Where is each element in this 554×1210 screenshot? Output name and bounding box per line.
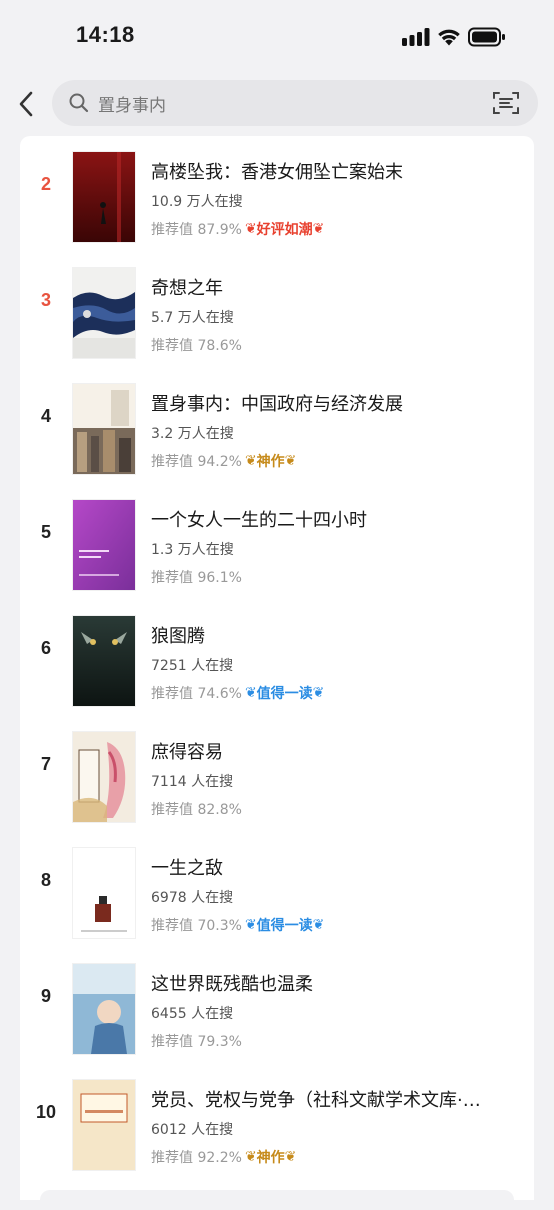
wifi-icon <box>438 29 460 46</box>
book-item[interactable]: 2 高楼坠我：香港女佣坠亡案始末 10.9 万人在搜 推荐值 87.9% ❦ 好… <box>20 136 534 252</box>
search-heat: 7251 人在搜 <box>151 658 234 674</box>
rank-number: 7 <box>40 754 51 774</box>
book-title: 党员、党权与党争（社科文献学术文库·… <box>151 1090 481 1111</box>
search-heat: 6978 人在搜 <box>151 890 234 906</box>
search-heat: 6455 人在搜 <box>151 1006 234 1022</box>
book-item[interactable]: 3 奇想之年 5.7 万人在搜 推荐值 78.6% <box>20 252 534 368</box>
battery-icon <box>468 27 505 47</box>
search-heat: 3.2 万人在搜 <box>151 426 234 442</box>
badge-label: 神作 <box>256 1150 285 1166</box>
recommend-score: 推荐值 74.6% <box>151 686 242 702</box>
rank-number: 9 <box>40 986 51 1006</box>
rating-badge: ❦ 值得一读 ❦ <box>245 915 324 935</box>
recommend-score: 推荐值 96.1% <box>151 570 242 586</box>
book-cover[interactable] <box>73 152 135 242</box>
book-cover[interactable] <box>73 964 135 1054</box>
book-item[interactable]: 8 一生之敌 6978 人在搜 推荐值 70.3% ❦ 值得一读 ❦ <box>20 832 534 948</box>
rank-number: 10 <box>35 1102 57 1122</box>
search-heat: 6012 人在搜 <box>151 1122 234 1138</box>
book-title: 置身事内：中国政府与经济发展 <box>151 394 403 415</box>
recommend-score: 推荐值 78.6% <box>151 338 242 354</box>
book-cover[interactable] <box>73 848 135 938</box>
back-button[interactable] <box>12 86 40 122</box>
recommend-score: 推荐值 87.9% <box>151 222 242 238</box>
laurel-right-icon: ❦ <box>312 221 325 237</box>
recommend-score: 推荐值 94.2% <box>151 454 242 470</box>
book-item[interactable]: 5 一个女人一生的二十四小时 1.3 万人在搜 推荐值 96.1% <box>20 484 534 600</box>
recommend-row: 推荐值 70.3% ❦ 值得一读 ❦ <box>151 915 324 935</box>
recommend-score: 推荐值 79.3% <box>151 1034 242 1050</box>
search-heat: 1.3 万人在搜 <box>151 542 234 558</box>
rating-badge: ❦ 神作 ❦ <box>245 1147 296 1167</box>
laurel-left-icon: ❦ <box>244 1149 257 1165</box>
book-title: 庶得容易 <box>151 742 223 763</box>
laurel-right-icon: ❦ <box>312 685 325 701</box>
search-heat: 10.9 万人在搜 <box>151 194 243 210</box>
book-title: 狼图腾 <box>151 626 205 647</box>
book-title: 奇想之年 <box>151 278 223 299</box>
book-title: 这世界既残酷也温柔 <box>151 974 313 995</box>
recommend-row: 推荐值 96.1% <box>151 567 242 587</box>
laurel-left-icon: ❦ <box>244 685 257 701</box>
recommend-row: 推荐值 82.8% <box>151 799 242 819</box>
laurel-right-icon: ❦ <box>284 1149 297 1165</box>
badge-label: 值得一读 <box>256 686 313 702</box>
recommend-row: 推荐值 94.2% ❦ 神作 ❦ <box>151 451 296 471</box>
recommend-score: 推荐值 82.8% <box>151 802 242 818</box>
recommend-row: 推荐值 92.2% ❦ 神作 ❦ <box>151 1147 296 1167</box>
book-title: 一生之敌 <box>151 858 223 879</box>
book-cover[interactable] <box>73 1080 135 1170</box>
search-input[interactable]: 置身事内 <box>52 80 538 126</box>
scan-icon[interactable] <box>492 90 520 116</box>
search-icon <box>69 93 89 113</box>
rank-number: 4 <box>40 406 51 426</box>
rating-badge: ❦ 好评如潮 ❦ <box>245 219 324 239</box>
book-title: 一个女人一生的二十四小时 <box>151 510 367 531</box>
book-cover[interactable] <box>73 500 135 590</box>
badge-label: 好评如潮 <box>256 222 313 238</box>
cellular-signal-icon <box>402 28 430 46</box>
rank-number: 6 <box>40 638 51 658</box>
search-bar-row: 置身事内 <box>0 80 554 128</box>
recommend-row: 推荐值 74.6% ❦ 值得一读 ❦ <box>151 683 324 703</box>
next-item-placeholder <box>40 1190 514 1210</box>
rank-number: 2 <box>40 174 51 194</box>
book-title: 高楼坠我：香港女佣坠亡案始末 <box>151 162 403 183</box>
book-item[interactable]: 7 庶得容易 7114 人在搜 推荐值 82.8% <box>20 716 534 832</box>
book-cover[interactable] <box>73 616 135 706</box>
badge-label: 神作 <box>256 454 285 470</box>
rank-number: 3 <box>40 290 51 310</box>
laurel-left-icon: ❦ <box>244 453 257 469</box>
status-icons <box>402 27 506 47</box>
rating-badge: ❦ 值得一读 ❦ <box>245 683 324 703</box>
book-item[interactable]: 10 党员、党权与党争（社科文献学术文库·… 6012 人在搜 推荐值 92.2… <box>20 1064 534 1180</box>
search-query: 置身事内 <box>98 96 166 116</box>
recommend-score: 推荐值 70.3% <box>151 918 242 934</box>
badge-label: 值得一读 <box>256 918 313 934</box>
recommend-row: 推荐值 78.6% <box>151 335 242 355</box>
status-bar: 14:18 <box>0 0 554 76</box>
laurel-left-icon: ❦ <box>244 221 257 237</box>
rank-number: 8 <box>40 870 51 890</box>
recommend-score: 推荐值 92.2% <box>151 1150 242 1166</box>
laurel-left-icon: ❦ <box>244 917 257 933</box>
chevron-left-icon <box>19 91 33 117</box>
book-item[interactable]: 4 置身事内：中国政府与经济发展 3.2 万人在搜 推荐值 94.2% ❦ 神作… <box>20 368 534 484</box>
recommend-row: 推荐值 87.9% ❦ 好评如潮 ❦ <box>151 219 324 239</box>
book-item[interactable]: 9 这世界既残酷也温柔 6455 人在搜 推荐值 79.3% <box>20 948 534 1064</box>
search-heat: 7114 人在搜 <box>151 774 234 790</box>
ranking-list: 2 高楼坠我：香港女佣坠亡案始末 10.9 万人在搜 推荐值 87.9% ❦ 好… <box>20 136 534 1200</box>
laurel-right-icon: ❦ <box>312 917 325 933</box>
rank-number: 5 <box>40 522 51 542</box>
book-cover[interactable] <box>73 384 135 474</box>
rating-badge: ❦ 神作 ❦ <box>245 451 296 471</box>
book-cover[interactable] <box>73 268 135 358</box>
recommend-row: 推荐值 79.3% <box>151 1031 242 1051</box>
search-heat: 5.7 万人在搜 <box>151 310 234 326</box>
status-time: 14:18 <box>76 22 135 47</box>
book-item[interactable]: 6 狼图腾 7251 人在搜 推荐值 74.6% ❦ 值得一读 ❦ <box>20 600 534 716</box>
laurel-right-icon: ❦ <box>284 453 297 469</box>
book-cover[interactable] <box>73 732 135 822</box>
